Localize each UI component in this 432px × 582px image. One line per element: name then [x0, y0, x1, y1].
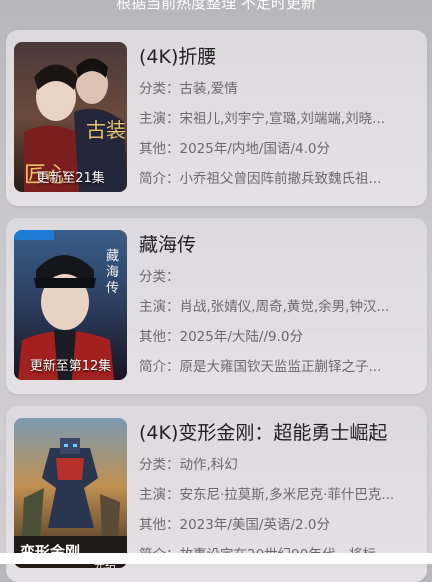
cast-row: 主演：宋祖儿,刘宇宁,宣璐,刘端端,刘晓...	[139, 106, 419, 132]
episode-badge: 更新至21集	[36, 171, 105, 186]
video-title[interactable]: (4K)折腰	[139, 42, 419, 72]
cast-label: 主演：	[139, 487, 180, 503]
synopsis-row: 简介：原是大雍国钦天监监正蒯铎之子...	[139, 354, 419, 380]
other-value: 2023年/美国/英语/2.0分	[179, 517, 330, 533]
poster-title-text: 传	[106, 281, 119, 296]
synopsis-row: 简介：小乔祖父曾因阵前撤兵致魏氏祖...	[139, 166, 419, 192]
genre-row: 分类：古装,爱情	[139, 76, 419, 102]
cast-label: 主演：	[139, 111, 180, 127]
genre-value: 古装,爱情	[179, 81, 238, 97]
bottom-safe-area	[0, 553, 432, 564]
other-row: 其他：2025年/内地/国语/4.0分	[139, 136, 419, 162]
video-card[interactable]: 藏 海 传 更新至第12集 藏海传 分类： 主演：肖战,张婧仪,周奇,黄觉,余男…	[6, 218, 427, 394]
poster-title-text: 海	[106, 265, 119, 280]
poster-image[interactable]: 藏 海 传 更新至第12集	[14, 230, 127, 380]
synopsis-value: 小乔祖父曾因阵前撤兵致魏氏祖...	[179, 171, 382, 187]
other-label: 其他：	[139, 517, 180, 533]
synopsis-label: 简介：	[139, 359, 180, 375]
video-info: 藏海传 分类： 主演：肖战,张婧仪,周奇,黄觉,余男,钟汉... 其他：2025…	[139, 230, 419, 380]
genre-row: 分类：动作,科幻	[139, 452, 419, 478]
cast-row: 主演：安东尼·拉莫斯,多米尼克·菲什巴克...	[139, 482, 419, 508]
video-info: (4K)变形金刚：超能勇士崛起 分类：动作,科幻 主演：安东尼·拉莫斯,多米尼克…	[139, 418, 419, 568]
cast-row: 主演：肖战,张婧仪,周奇,黄觉,余男,钟汉...	[139, 294, 419, 320]
episode-badge: 更新至第12集	[29, 359, 112, 374]
synopsis-value: 原是大雍国钦天监监正蒯铎之子...	[179, 359, 382, 375]
poster-title-text: 古装	[86, 118, 126, 142]
poster-title-text: 藏	[106, 249, 119, 264]
genre-value: 动作,科幻	[179, 457, 238, 473]
cast-value: 肖战,张婧仪,周奇,黄觉,余男,钟汉...	[179, 299, 390, 315]
video-card[interactable]: 匠心 古装 更新至21集 (4K)折腰 分类：古装,爱情 主演：宋祖儿,刘宇宁,…	[6, 30, 427, 206]
genre-label: 分类：	[139, 269, 180, 285]
other-label: 其他：	[139, 141, 180, 157]
poster-image[interactable]: 匠心 古装 更新至21集	[14, 42, 127, 192]
cast-value: 宋祖儿,刘宇宁,宣璐,刘端端,刘晓...	[179, 111, 386, 127]
genre-label: 分类：	[139, 81, 180, 97]
other-row: 其他：2023年/美国/英语/2.0分	[139, 512, 419, 538]
cast-value: 安东尼·拉莫斯,多米尼克·菲什巴克...	[179, 487, 395, 503]
poster-art: 变形金刚 完结	[14, 418, 127, 568]
video-info: (4K)折腰 分类：古装,爱情 主演：宋祖儿,刘宇宁,宣璐,刘端端,刘晓... …	[139, 42, 419, 192]
genre-row: 分类：	[139, 264, 419, 290]
cast-label: 主演：	[139, 299, 180, 315]
video-title[interactable]: 藏海传	[139, 230, 419, 260]
other-value: 2025年/内地/国语/4.0分	[179, 141, 330, 157]
poster-image[interactable]: 变形金刚 完结	[14, 418, 127, 568]
other-label: 其他：	[139, 329, 180, 345]
video-title[interactable]: (4K)变形金刚：超能勇士崛起	[139, 418, 419, 448]
other-row: 其他：2025年/大陆//9.0分	[139, 324, 419, 350]
synopsis-label: 简介：	[139, 171, 180, 187]
genre-label: 分类：	[139, 457, 180, 473]
page-subtitle: 根据当前热度整理 不定时更新	[116, 0, 316, 12]
other-value: 2025年/大陆//9.0分	[179, 329, 303, 345]
